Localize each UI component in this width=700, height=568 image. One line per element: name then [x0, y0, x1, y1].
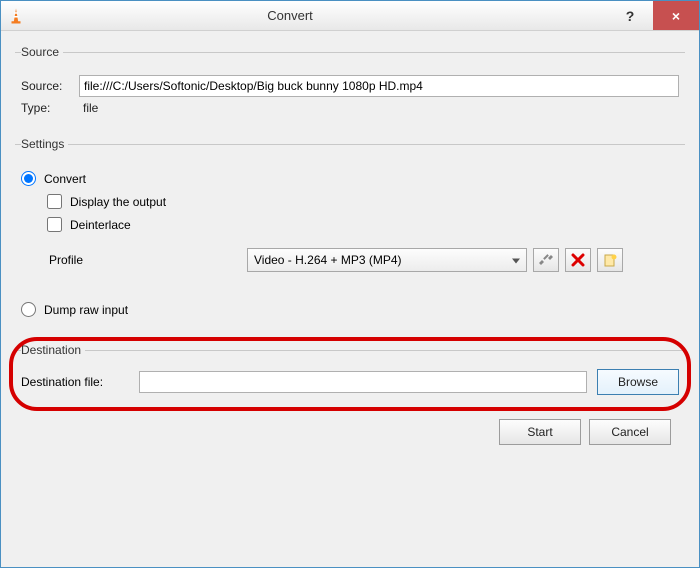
convert-dialog: Convert ? × Source Source: Type: file Se…	[0, 0, 700, 568]
destination-legend: Destination	[21, 343, 85, 357]
profile-dropdown[interactable]: Video - H.264 + MP3 (MP4)	[247, 248, 527, 272]
dump-radio[interactable]	[21, 302, 36, 317]
source-legend: Source	[21, 45, 63, 59]
edit-profile-button[interactable]	[533, 248, 559, 272]
source-label: Source:	[21, 79, 79, 93]
dialog-content: Source Source: Type: file Settings Conve…	[1, 31, 699, 567]
window-title: Convert	[33, 8, 547, 23]
profile-label: Profile	[47, 253, 117, 267]
dialog-footer: Start Cancel	[15, 413, 685, 445]
new-file-icon	[603, 253, 617, 267]
deinterlace-checkbox[interactable]	[47, 217, 62, 232]
destination-file-input[interactable]	[139, 371, 587, 393]
dump-radio-label: Dump raw input	[44, 303, 128, 317]
delete-x-icon	[571, 253, 585, 267]
settings-group: Settings Convert Display the output Dein…	[15, 137, 685, 333]
display-output-label: Display the output	[70, 195, 166, 209]
deinterlace-label: Deinterlace	[70, 218, 131, 232]
tools-icon	[538, 252, 554, 268]
source-group: Source Source: Type: file	[15, 45, 685, 127]
display-output-checkbox[interactable]	[47, 194, 62, 209]
convert-radio-label: Convert	[44, 172, 86, 186]
destination-file-label: Destination file:	[21, 375, 129, 389]
titlebar: Convert ? ×	[1, 1, 699, 31]
window-buttons: ? ×	[607, 1, 699, 30]
delete-profile-button[interactable]	[565, 248, 591, 272]
type-label: Type:	[21, 101, 79, 115]
convert-radio[interactable]	[21, 171, 36, 186]
new-profile-button[interactable]	[597, 248, 623, 272]
help-button[interactable]: ?	[607, 1, 653, 30]
type-value: file	[79, 101, 98, 115]
start-button[interactable]: Start	[499, 419, 581, 445]
browse-button[interactable]: Browse	[597, 369, 679, 395]
chevron-down-icon	[512, 259, 520, 264]
destination-group: Destination Destination file: Browse	[15, 343, 685, 403]
close-button[interactable]: ×	[653, 1, 699, 30]
profile-value: Video - H.264 + MP3 (MP4)	[254, 253, 402, 267]
cancel-button[interactable]: Cancel	[589, 419, 671, 445]
source-input[interactable]	[79, 75, 679, 97]
settings-legend: Settings	[21, 137, 68, 151]
vlc-cone-icon	[7, 7, 25, 25]
